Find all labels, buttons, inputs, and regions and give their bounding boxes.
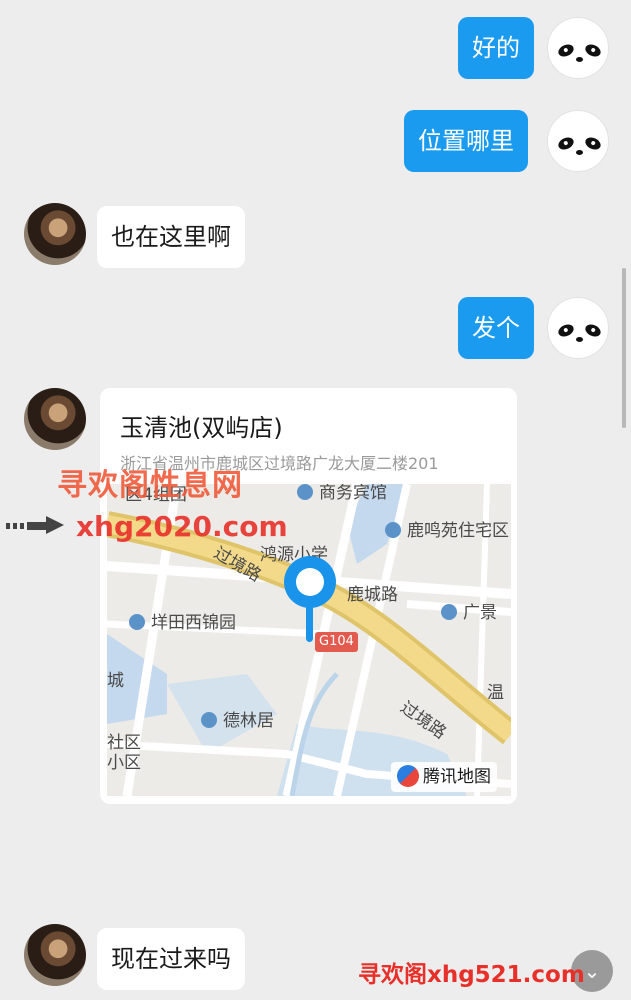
location-name: 玉清池(双屿店) [120, 414, 283, 442]
user-photo-avatar[interactable] [24, 203, 86, 265]
message-bubble-outgoing[interactable]: 发个 [458, 297, 534, 359]
watermark-mid: xhg2020.com [76, 510, 288, 543]
map-label: 商务宾馆 [297, 484, 387, 503]
user-photo-avatar[interactable] [24, 924, 86, 986]
panda-avatar[interactable] [547, 297, 609, 359]
map-label: 小区 [107, 753, 141, 773]
map-label: 广景 [441, 598, 497, 623]
map-label: 城 [107, 671, 124, 691]
user-photo-avatar[interactable] [24, 388, 86, 450]
panda-avatar[interactable] [547, 17, 609, 79]
map-label: 鹿鸣苑住宅区 [385, 516, 509, 541]
tencent-map-icon [397, 765, 419, 787]
chat-view: 好的 位置哪里 也在这里啊 发个 玉清池(双屿店) 浙江省温州市鹿城区过境路广龙… [0, 0, 631, 1000]
message-bubble-incoming[interactable]: 也在这里啊 [97, 206, 245, 268]
panda-face-icon [548, 298, 608, 358]
message-bubble-incoming[interactable]: 现在过来吗 [97, 928, 245, 990]
map-provider-logo: 腾讯地图 [391, 762, 497, 792]
map-label: 温 [487, 683, 504, 703]
location-card[interactable]: 玉清池(双屿店) 浙江省温州市鹿城区过境路广龙大厦二楼201 商务宾馆 区4组团… [100, 388, 517, 804]
message-bubble-outgoing[interactable]: 好的 [458, 17, 534, 79]
location-pin-icon [284, 556, 336, 608]
panda-avatar[interactable] [547, 110, 609, 172]
message-bubble-outgoing[interactable]: 位置哪里 [404, 110, 528, 172]
watermark-top: 寻欢阁性息网 [57, 468, 243, 503]
road-badge: G104 [315, 632, 358, 652]
scrollbar[interactable] [622, 268, 626, 428]
panda-face-icon [548, 111, 608, 171]
chevron-down-icon: ⌄ [583, 959, 601, 983]
map-label: 鹿城路 [347, 585, 398, 605]
watermark-bottom: 寻欢阁xhg521.com [358, 962, 585, 988]
map-label: 德林居 [201, 706, 274, 731]
location-pin-stem [306, 602, 313, 642]
map-label: 垟田西锦园 [129, 608, 236, 633]
arrow-icon [6, 516, 64, 534]
panda-face-icon [548, 18, 608, 78]
